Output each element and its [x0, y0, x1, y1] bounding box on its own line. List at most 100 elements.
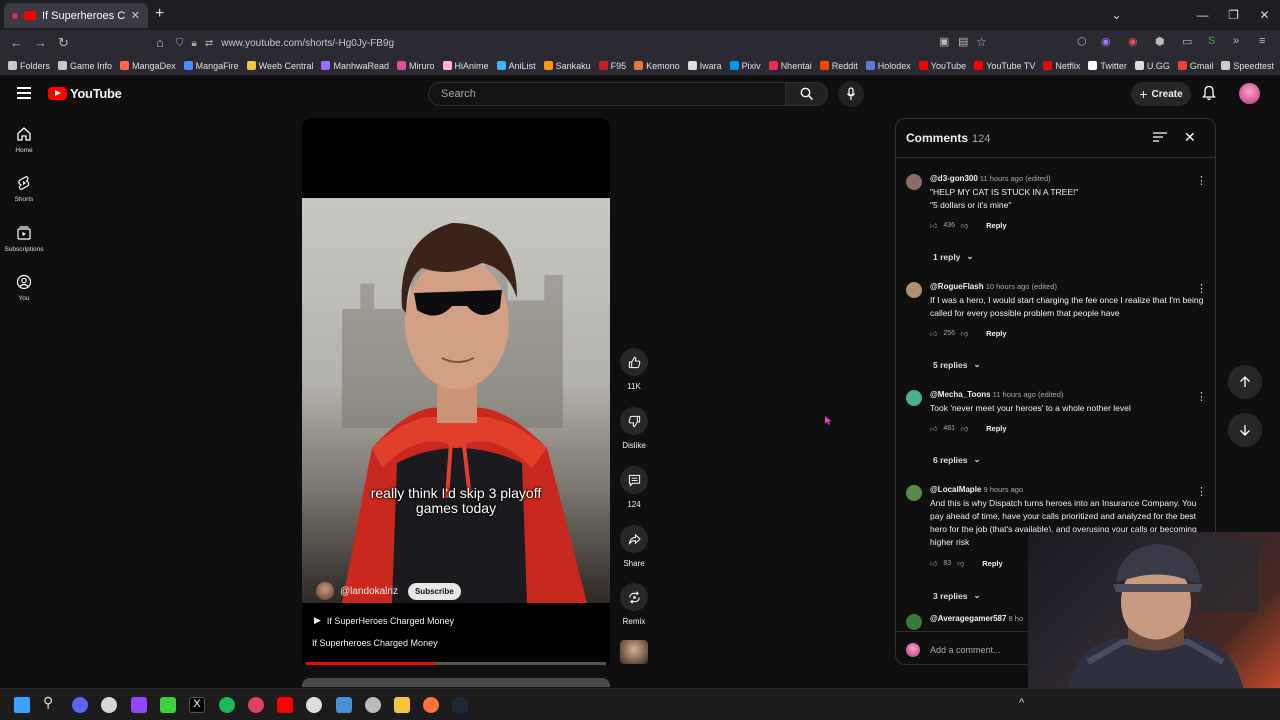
playlist-title-row[interactable]: ▶ If SuperHeroes Charged Money [314, 615, 454, 626]
spotify-icon[interactable] [219, 697, 235, 713]
app-icon[interactable] [248, 697, 264, 713]
extension-icon[interactable]: ◉ [1101, 35, 1111, 48]
bookmark-item[interactable]: Speedtest [1221, 61, 1274, 71]
file-explorer-icon[interactable] [394, 697, 410, 713]
bookmark-item[interactable]: AniList [496, 61, 536, 71]
reply-button[interactable]: Reply [986, 424, 1006, 433]
bookmark-item[interactable]: Folders [8, 61, 50, 71]
comment-author[interactable]: @LocalMaple [930, 485, 981, 494]
view-replies-button[interactable]: 6 replies ⌄ [933, 454, 981, 465]
app-icon[interactable] [365, 697, 381, 713]
bookmark-item[interactable]: Kemono [634, 61, 680, 71]
share-button[interactable]: Share [619, 525, 649, 568]
sidebar-item-you[interactable]: You [0, 274, 48, 302]
bookmark-item[interactable]: U.GG [1134, 61, 1170, 71]
reply-button[interactable]: Reply [982, 559, 1002, 568]
comment-author[interactable]: @d3-gon300 [930, 174, 978, 183]
new-tab-icon[interactable]: + [155, 5, 164, 23]
video-progress-bar[interactable] [306, 662, 606, 665]
view-replies-button[interactable]: 5 replies ⌄ [933, 359, 981, 370]
view-replies-button[interactable]: 3 replies ⌄ [933, 590, 981, 601]
subscribe-button[interactable]: Subscribe [407, 582, 461, 600]
app-icon[interactable] [101, 697, 117, 713]
discord-icon[interactable] [72, 697, 88, 713]
commenter-avatar[interactable] [906, 614, 922, 630]
bookmark-item[interactable]: HiAnime [442, 61, 489, 71]
close-tab-icon[interactable]: ✕ [131, 9, 140, 22]
bookmark-item[interactable]: ManhwaRead [321, 61, 389, 71]
bookmark-item[interactable]: Iwara [687, 61, 722, 71]
forward-icon[interactable]: → [34, 35, 47, 50]
kick-icon[interactable] [160, 697, 176, 713]
like-icon[interactable]: 👍︎ [930, 559, 937, 568]
menu-icon[interactable] [17, 87, 31, 99]
bookmark-item[interactable]: Pixiv [729, 61, 761, 71]
search-button[interactable] [786, 82, 828, 106]
extensions-icon[interactable]: ⬡ [1077, 35, 1087, 48]
x-icon[interactable]: X [189, 697, 205, 713]
shorts-video-player[interactable]: really think I'd skip 3 playoff games to… [302, 118, 610, 665]
bookmark-item[interactable]: Netflix [1043, 61, 1080, 71]
sidebar-item-subscriptions[interactable]: Subscriptions [0, 225, 48, 253]
bookmark-item[interactable]: Weeb Central [246, 61, 313, 71]
sort-icon[interactable] [1153, 132, 1167, 142]
next-video-preview[interactable] [302, 678, 610, 687]
commenter-avatar[interactable] [906, 282, 922, 298]
tray-chevron-icon[interactable]: ^ [1019, 697, 1024, 709]
media-player-icon[interactable] [306, 697, 322, 713]
close-window-icon[interactable]: ✕ [1249, 8, 1280, 22]
like-icon[interactable]: 👍︎ [930, 424, 937, 433]
extension-icon[interactable]: ▭ [1182, 35, 1192, 48]
home-browser-icon[interactable]: ⌂ [156, 35, 164, 50]
next-short-button[interactable] [1228, 413, 1262, 447]
reload-icon[interactable]: ↻ [58, 35, 69, 51]
extension-icon[interactable]: S [1208, 35, 1215, 47]
dislike-icon[interactable]: 👎︎ [957, 559, 964, 568]
bookmark-item[interactable]: Nhentai [768, 61, 812, 71]
channel-avatar[interactable] [316, 582, 334, 600]
comment-author[interactable]: @Mecha_Toons [930, 390, 991, 399]
bookmark-item[interactable]: Game Info [58, 61, 112, 71]
reply-button[interactable]: Reply [986, 221, 1006, 230]
sidebar-item-home[interactable]: Home [0, 126, 48, 154]
menu-icon[interactable]: ≡ [1259, 35, 1265, 47]
bookmark-item[interactable]: MangaFire [183, 61, 239, 71]
start-menu-icon[interactable] [14, 697, 30, 713]
bookmark-item[interactable]: F95 [598, 61, 626, 71]
sound-thumbnail[interactable] [620, 640, 648, 664]
youtube-app-icon[interactable] [277, 697, 293, 713]
dislike-icon[interactable]: 👎︎ [961, 221, 968, 230]
youtube-logo[interactable]: YouTube [48, 86, 122, 101]
comment-author[interactable]: @RogueFlash [930, 282, 984, 291]
remix-button[interactable]: Remix [619, 583, 649, 626]
create-button[interactable]: + Create [1131, 82, 1191, 106]
extension-icon[interactable]: ◉ [1128, 35, 1138, 48]
twitch-icon[interactable] [131, 697, 147, 713]
restore-icon[interactable]: ❐ [1218, 8, 1249, 22]
url-bar[interactable]: ⛉ 🔒︎ ⇄ www.youtube.com/shorts/-Hg0Jy-FB9… [176, 32, 996, 54]
bookmark-item[interactable]: Reddit [819, 61, 858, 71]
previous-short-button[interactable] [1228, 365, 1262, 399]
bookmark-item[interactable]: Twitter [1088, 61, 1127, 71]
comments-button[interactable]: 124 [619, 466, 649, 509]
bookmark-item[interactable]: MangaDex [120, 61, 176, 71]
browser-tab[interactable]: If Superheroes Charged Mo ✕ [4, 3, 148, 28]
channel-name[interactable]: @landokalriz [340, 586, 398, 597]
account-avatar[interactable] [1239, 83, 1260, 104]
commenter-avatar[interactable] [906, 390, 922, 406]
dislike-icon[interactable]: 👎︎ [961, 329, 968, 338]
bookmark-item[interactable]: Gmail [1177, 61, 1213, 71]
bookmark-item[interactable]: Sankaku [543, 61, 591, 71]
minimize-icon[interactable]: — [1187, 8, 1218, 22]
add-comment-input[interactable]: Add a comment... [930, 645, 1001, 655]
search-taskbar-icon[interactable]: ⚲ [43, 694, 59, 710]
app-icon[interactable] [336, 697, 352, 713]
bookmark-item[interactable]: Miruro [397, 61, 435, 71]
commenter-avatar[interactable] [906, 174, 922, 190]
reply-button[interactable]: Reply [986, 329, 1006, 338]
bookmark-star-icon[interactable]: ☆ [976, 35, 987, 49]
tab-list-icon[interactable]: ⌄ [1101, 8, 1132, 22]
view-replies-button[interactable]: 1 reply ⌄ [933, 251, 974, 262]
like-icon[interactable]: 👍︎ [930, 221, 937, 230]
reader-icon[interactable]: ▤ [958, 35, 968, 48]
